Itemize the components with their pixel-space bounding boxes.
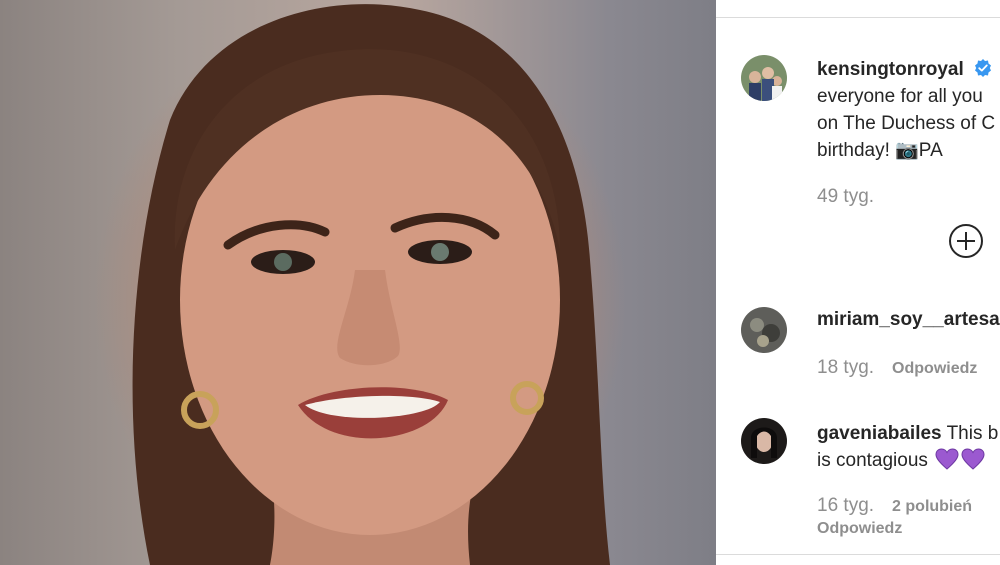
post-photo[interactable] — [0, 0, 716, 565]
comments-panel: kensingtonroyal everyone for all you on … — [716, 0, 1000, 565]
load-more-comments-button[interactable] — [948, 223, 984, 259]
avatar-photo-icon — [741, 418, 787, 464]
post-timestamp[interactable]: 49 tyg. — [817, 186, 874, 208]
comment-item: miriam_soy__artesa — [817, 309, 1000, 331]
commenter-avatar[interactable] — [741, 307, 787, 353]
purple-heart-icon — [961, 448, 985, 478]
family-photo-icon — [741, 55, 787, 101]
comment-text: This b — [946, 423, 999, 444]
avatar-photo-icon — [741, 307, 787, 353]
comment-likes[interactable]: 2 polubień — [892, 498, 972, 515]
comment-timestamp[interactable]: 16 tyg. — [817, 495, 874, 516]
author-avatar[interactable] — [741, 55, 787, 101]
comment-text: is contagious — [817, 450, 928, 471]
reply-button[interactable]: Odpowiedz — [817, 520, 902, 538]
commenter-avatar[interactable] — [741, 418, 787, 464]
comment-username[interactable]: gaveniabailes — [817, 423, 942, 444]
caption-line: on The Duchess of C — [817, 113, 996, 134]
author-username[interactable]: kensingtonroyal — [817, 59, 964, 80]
caption-line: everyone for all you — [817, 86, 983, 107]
comment-meta: 16 tyg. 2 polubień — [817, 495, 972, 517]
caption-line: birthday! 📷PA — [817, 140, 943, 161]
comment-meta: 18 tyg. Odpowiedz — [817, 357, 977, 379]
comment-item: gaveniabailes This b is contagious — [817, 420, 1000, 474]
verified-badge-icon — [974, 59, 992, 77]
reply-button[interactable]: Odpowiedz — [892, 360, 977, 377]
post-caption: kensingtonroyal everyone for all you on … — [817, 56, 1000, 164]
divider — [716, 554, 1000, 555]
comment-timestamp[interactable]: 18 tyg. — [817, 357, 874, 378]
purple-heart-icon — [935, 448, 959, 478]
portrait-illustration — [132, 4, 610, 565]
plus-circle-icon — [949, 224, 983, 258]
comment-username[interactable]: miriam_soy__artesa — [817, 309, 1000, 330]
divider — [716, 17, 1000, 18]
